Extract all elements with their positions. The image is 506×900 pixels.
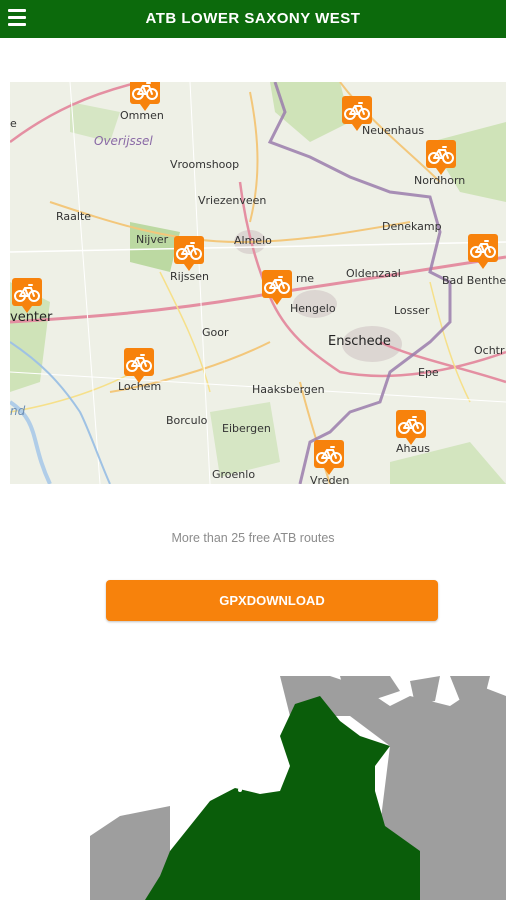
bicycle-icon[interactable]: [122, 346, 156, 384]
place-label: Bad Benthe: [442, 274, 506, 287]
tagline: More than 25 free ATB routes: [171, 531, 335, 545]
place-label: Losser: [394, 304, 430, 317]
place-label: Goor: [202, 326, 229, 339]
place-label: rne: [296, 272, 315, 285]
bicycle-icon[interactable]: [424, 138, 458, 176]
place-label: Groenlo: [212, 468, 256, 481]
bicycle-icon[interactable]: [466, 232, 500, 270]
place-label: nd: [10, 404, 26, 418]
place-label: Ochtr: [474, 344, 505, 357]
place-label: Almelo: [234, 234, 272, 247]
region-overview-map: [90, 676, 506, 900]
place-label: Eibergen: [222, 422, 271, 435]
place-label: Oldenzaal: [346, 267, 401, 280]
route-map[interactable]: Ommen Overijssel Neuenhaus Nordhorn Vroo…: [10, 82, 506, 484]
place-label: e: [10, 117, 17, 130]
place-label: Vroomshoop: [170, 158, 240, 171]
place-label: Hengelo: [290, 302, 336, 315]
bicycle-icon[interactable]: [312, 438, 346, 476]
gpx-download-button[interactable]: GPXDOWNLOAD: [106, 580, 438, 621]
bicycle-icon[interactable]: [340, 94, 374, 132]
place-label: Borculo: [166, 414, 208, 427]
bicycle-icon[interactable]: [128, 82, 162, 112]
place-label: Nijver: [136, 233, 169, 246]
place-label: Enschede: [328, 334, 391, 349]
bicycle-icon[interactable]: [172, 234, 206, 272]
place-label: Epe: [418, 366, 439, 379]
page-title: ATB LOWER SAXONY WEST: [145, 10, 361, 27]
bicycle-icon[interactable]: [260, 268, 294, 306]
place-label: Haaksbergen: [252, 383, 325, 396]
region-label: Overijssel: [94, 134, 153, 148]
bicycle-icon[interactable]: [10, 276, 44, 314]
place-label: Raalte: [56, 210, 92, 223]
bicycle-icon[interactable]: [394, 408, 428, 446]
region-map-graphic: [90, 676, 506, 900]
place-label: Vriezenveen: [198, 194, 267, 207]
app-header: ATB LOWER SAXONY WEST: [0, 0, 506, 38]
place-label: Denekamp: [382, 220, 442, 233]
